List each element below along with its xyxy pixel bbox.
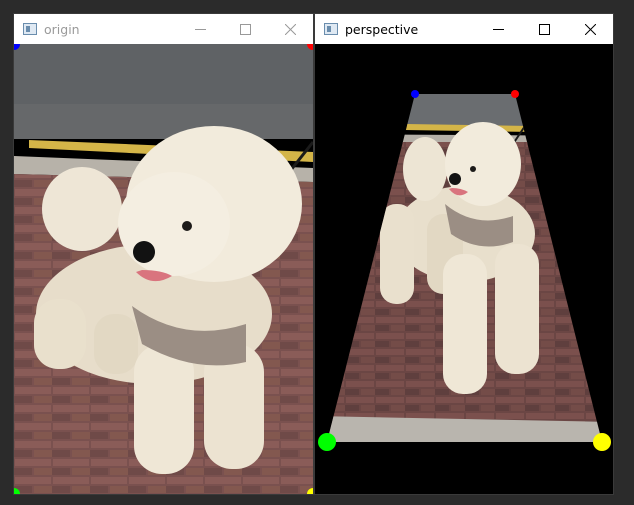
marker-bottom-left	[318, 433, 336, 451]
marker-top-left	[411, 90, 419, 98]
maximize-button[interactable]	[521, 14, 567, 44]
marker-bottom-right	[593, 433, 611, 451]
window-title: perspective	[345, 21, 419, 37]
app-icon	[324, 23, 338, 35]
minimize-button[interactable]	[475, 14, 521, 44]
minimize-icon	[195, 28, 206, 30]
maximize-icon	[240, 23, 251, 35]
title-bar[interactable]: perspective	[315, 14, 613, 44]
origin-image-area	[14, 44, 313, 494]
maximize-button[interactable]	[223, 14, 268, 44]
window-title: origin	[44, 21, 80, 37]
perspective-image	[318, 90, 611, 451]
minimize-button[interactable]	[178, 14, 223, 44]
origin-image	[14, 44, 313, 494]
close-button[interactable]	[268, 14, 313, 44]
maximize-icon	[538, 23, 550, 35]
marker-top-right	[511, 90, 519, 98]
close-icon	[584, 23, 596, 35]
origin-window: origin	[14, 14, 313, 494]
close-icon	[285, 23, 296, 35]
minimize-icon	[492, 28, 504, 30]
perspective-image-area	[315, 44, 613, 494]
close-button[interactable]	[567, 14, 613, 44]
app-icon	[23, 23, 37, 35]
perspective-window: perspective	[315, 14, 613, 494]
title-bar[interactable]: origin	[14, 14, 313, 44]
